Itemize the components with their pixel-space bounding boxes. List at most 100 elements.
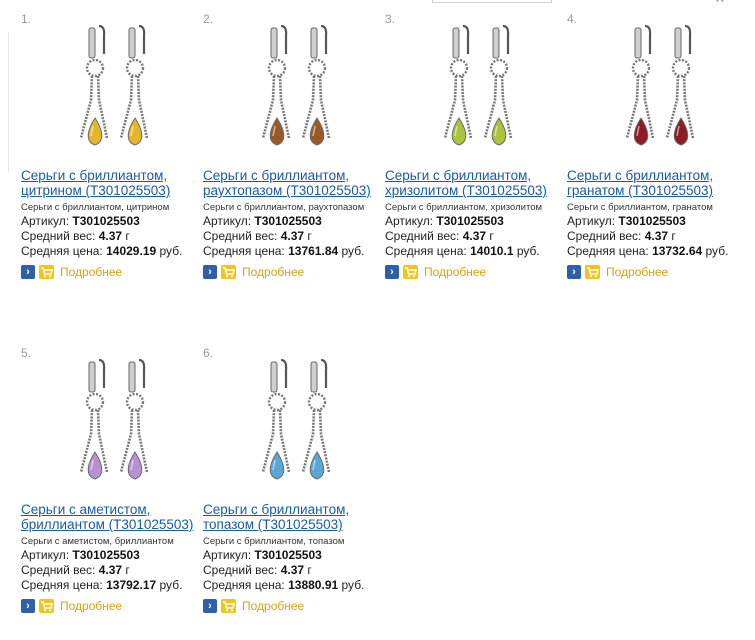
average-weight-label: Средний вес: — [203, 229, 278, 243]
product-actions: › Подробнее — [21, 599, 211, 613]
close-icon[interactable]: ✕ — [707, 0, 733, 5]
product-number: 2. — [203, 12, 214, 26]
product-image[interactable] — [225, 354, 365, 504]
average-weight-label: Средний вес: — [385, 229, 460, 243]
product-number: 1. — [21, 12, 32, 26]
article-value: Т301025503 — [72, 548, 140, 562]
average-price-label: Средняя цена: — [385, 244, 467, 258]
average-weight-value: 4.37 — [644, 229, 669, 243]
product-title-link[interactable]: Серьги с бриллиантом, топазом (Т30102550… — [203, 502, 385, 532]
product-description: Серьги с бриллиантом, топазом — [203, 536, 345, 547]
average-weight-value: 4.37 — [98, 563, 123, 577]
earrings-image — [79, 24, 149, 146]
product-title-link[interactable]: Серьги с бриллиантом, гранатом (Т3010255… — [567, 168, 749, 198]
product-actions: › Подробнее — [385, 265, 575, 279]
average-weight-value: 4.37 — [462, 229, 487, 243]
product-description: Серьги с бриллиантом, гранатом — [567, 202, 713, 213]
average-price-unit: руб. — [516, 244, 540, 258]
product-actions: › Подробнее — [21, 265, 211, 279]
cart-icon[interactable] — [39, 599, 54, 613]
average-price-value: 13732.64 — [652, 244, 703, 258]
cart-icon[interactable] — [221, 599, 236, 613]
product-info: Серьги с бриллиантом, хризолитом (Т30102… — [385, 168, 575, 279]
product-title-link[interactable]: Серьги с бриллиантом, хризолитом (Т30102… — [385, 168, 567, 198]
product-actions: › Подробнее — [203, 265, 393, 279]
product-image[interactable] — [43, 20, 183, 170]
cart-icon[interactable] — [585, 265, 600, 279]
product-actions: › Подробнее — [203, 599, 393, 613]
average-weight-unit: г — [671, 229, 676, 243]
product-image[interactable] — [407, 20, 547, 170]
average-price-label: Средняя цена: — [567, 244, 649, 258]
details-link[interactable]: Подробнее — [60, 265, 122, 279]
average-price-label: Средняя цена: — [21, 244, 103, 258]
chevron-right-icon[interactable]: › — [567, 265, 581, 279]
article-value: Т301025503 — [254, 548, 322, 562]
article: Артикул: Т301025503 — [385, 214, 575, 229]
product-image[interactable] — [225, 20, 365, 170]
article-value: Т301025503 — [254, 214, 322, 228]
chevron-right-icon[interactable]: › — [385, 265, 399, 279]
details-link[interactable]: Подробнее — [424, 265, 486, 279]
chevron-right-icon[interactable]: › — [21, 265, 35, 279]
left-scroll-edge — [0, 32, 9, 172]
article: Артикул: Т301025503 — [203, 548, 393, 563]
cart-icon[interactable] — [403, 265, 418, 279]
chevron-right-icon[interactable]: › — [203, 599, 217, 613]
article-label: Артикул: — [21, 548, 70, 562]
chevron-right-icon[interactable]: › — [21, 599, 35, 613]
average-weight: Средний вес: 4.37 г — [21, 229, 211, 244]
product-description: Серьги с бриллиантом, хризолитом — [385, 202, 543, 213]
chevron-right-icon[interactable]: › — [203, 265, 217, 279]
product-image[interactable] — [43, 354, 183, 504]
product-description: Серьги с бриллиантом, раухтопазом — [203, 202, 365, 213]
product-number: 5. — [21, 346, 32, 360]
average-price-unit: руб. — [341, 244, 365, 258]
average-price-value: 13761.84 — [288, 244, 339, 258]
average-price-value: 14029.19 — [106, 244, 157, 258]
earrings-image — [79, 358, 149, 480]
product-title-link[interactable]: Серьги с бриллиантом, цитрином (Т3010255… — [21, 168, 203, 198]
average-weight-label: Средний вес: — [567, 229, 642, 243]
average-price: Средняя цена: 13761.84 руб. — [203, 244, 393, 259]
article-value: Т301025503 — [618, 214, 686, 228]
average-weight-unit: г — [307, 229, 312, 243]
average-weight-unit: г — [125, 229, 130, 243]
average-weight-value: 4.37 — [280, 229, 305, 243]
article-label: Артикул: — [567, 214, 616, 228]
average-weight-unit: г — [307, 563, 312, 577]
article-label: Артикул: — [203, 214, 252, 228]
average-weight: Средний вес: 4.37 г — [203, 563, 393, 578]
article-value: Т301025503 — [72, 214, 140, 228]
average-price: Средняя цена: 14010.1 руб. — [385, 244, 575, 259]
average-price: Средняя цена: 13792.17 руб. — [21, 578, 211, 593]
average-weight-value: 4.37 — [98, 229, 123, 243]
article-label: Артикул: — [385, 214, 434, 228]
product-image[interactable] — [589, 20, 729, 170]
details-link[interactable]: Подробнее — [242, 265, 304, 279]
average-price: Средняя цена: 13880.91 руб. — [203, 578, 393, 593]
product-title-link[interactable]: Серьги с аметистом, бриллиантом (Т301025… — [21, 502, 203, 532]
details-link[interactable]: Подробнее — [242, 599, 304, 613]
cart-icon[interactable] — [39, 265, 54, 279]
average-weight-value: 4.37 — [280, 563, 305, 577]
average-price-value: 13880.91 — [288, 578, 339, 592]
average-weight-unit: г — [125, 563, 130, 577]
top-partial-box — [432, 0, 552, 3]
article: Артикул: Т301025503 — [21, 548, 211, 563]
average-price-unit: руб. — [341, 578, 365, 592]
earrings-image — [443, 24, 513, 146]
product-info: Серьги с бриллиантом, топазом (Т30102550… — [203, 502, 393, 613]
average-weight: Средний вес: 4.37 г — [203, 229, 393, 244]
cart-icon[interactable] — [221, 265, 236, 279]
product-number: 4. — [567, 12, 578, 26]
average-price-label: Средняя цена: — [203, 578, 285, 592]
average-price: Средняя цена: 14029.19 руб. — [21, 244, 211, 259]
average-price-value: 13792.17 — [106, 578, 157, 592]
average-weight-label: Средний вес: — [21, 563, 96, 577]
details-link[interactable]: Подробнее — [606, 265, 668, 279]
details-link[interactable]: Подробнее — [60, 599, 122, 613]
article-label: Артикул: — [21, 214, 70, 228]
product-title-link[interactable]: Серьги с бриллиантом, раухтопазом (Т3010… — [203, 168, 385, 198]
article: Артикул: Т301025503 — [567, 214, 755, 229]
